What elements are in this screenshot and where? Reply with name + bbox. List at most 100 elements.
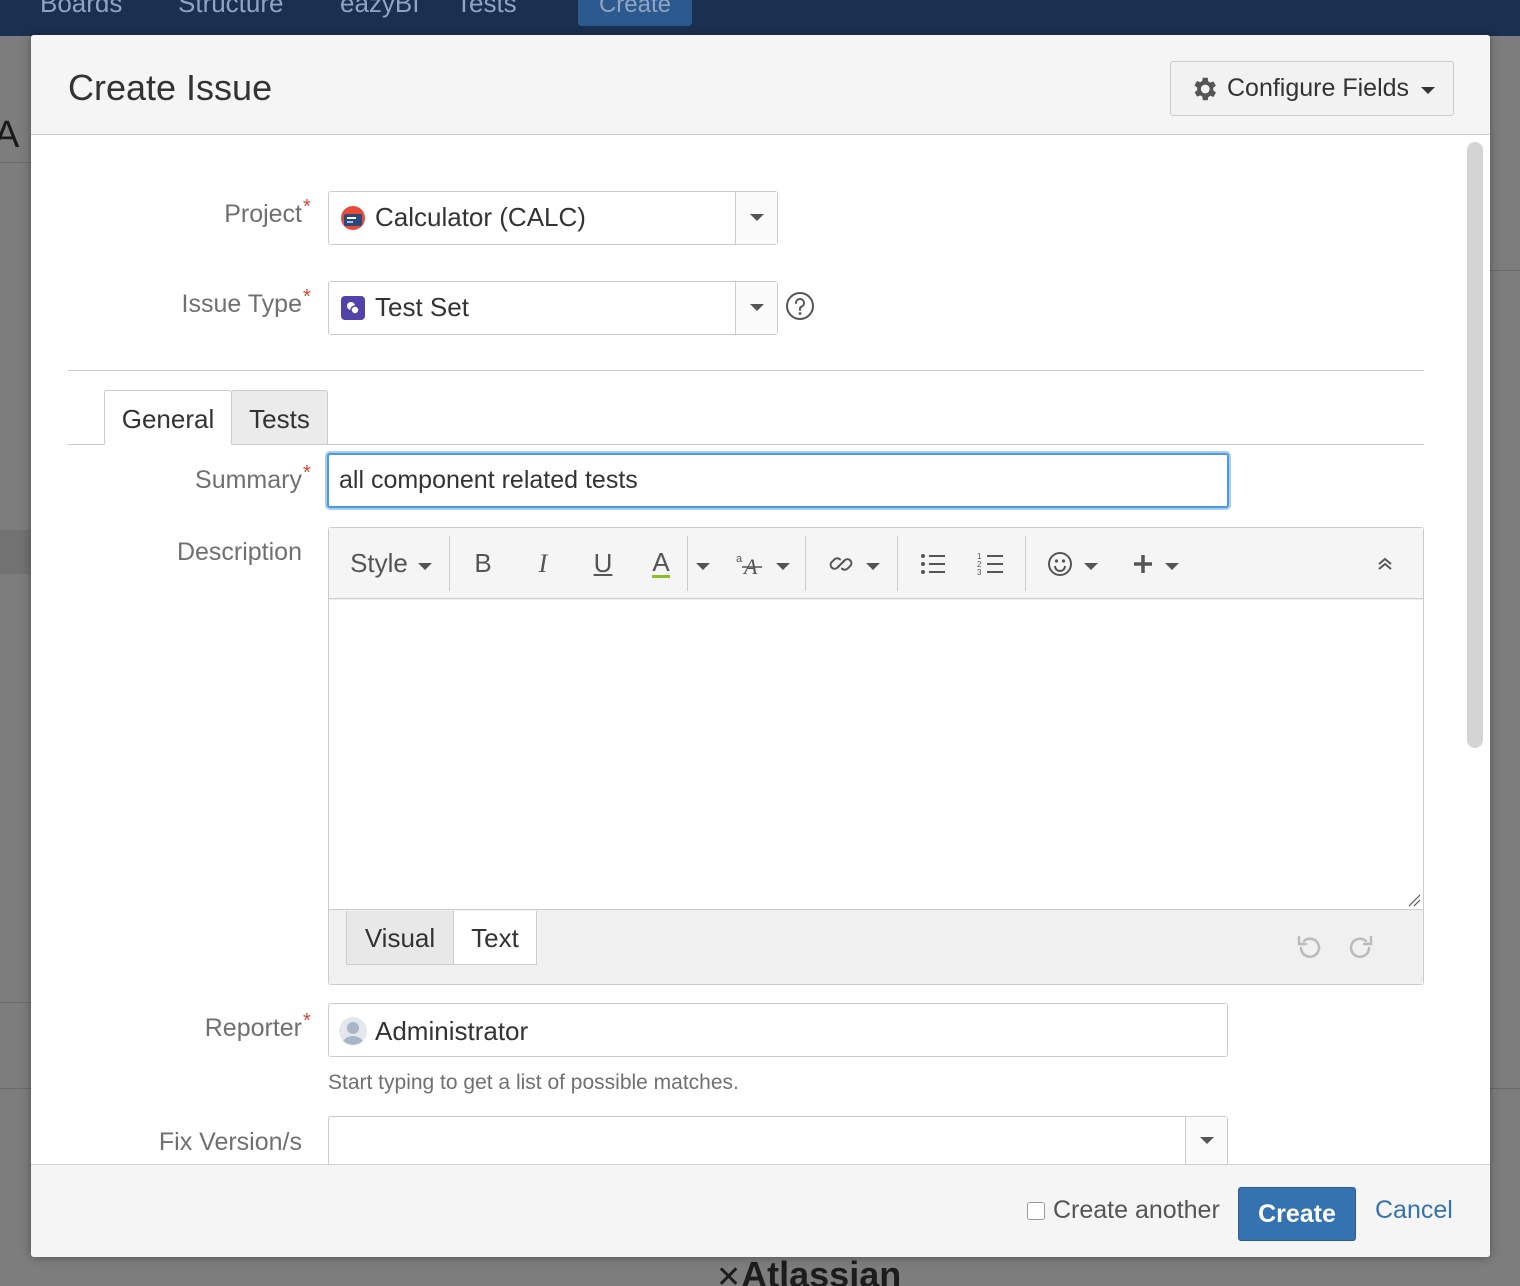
visual-mode-label: Visual	[364, 923, 436, 953]
issue-type-label: Issue Type	[181, 290, 302, 318]
issue-type-select[interactable]: Test Set	[328, 281, 778, 335]
nav-item-eazybi[interactable]: eazyBI	[340, 0, 420, 19]
section-divider	[68, 370, 1424, 371]
bg-divider	[0, 1002, 32, 1003]
italic-button[interactable]: I	[525, 528, 561, 599]
visual-mode-tab[interactable]: Visual	[346, 911, 454, 965]
fix-version-select[interactable]	[328, 1116, 1228, 1164]
insert-dropdown[interactable]	[1125, 528, 1185, 599]
tab-general[interactable]: General	[104, 390, 232, 445]
bullet-list-icon	[921, 553, 945, 574]
tab-tests-label: Tests	[249, 404, 310, 434]
issue-type-select-value: Test Set	[375, 292, 469, 322]
fix-version-label: Fix Version/s	[158, 1128, 302, 1156]
chevron-down-icon	[696, 563, 710, 570]
bg-row-highlight	[0, 530, 32, 574]
bg-divider	[0, 162, 32, 163]
chevron-down-icon	[750, 214, 764, 221]
text-mode-tab[interactable]: Text	[453, 911, 537, 965]
text-effects-dropdown[interactable]: a A	[731, 528, 793, 599]
editor-mode-bar: Visual Text	[329, 911, 1423, 984]
description-label: Description	[176, 538, 302, 566]
create-button-label: Create	[1258, 1200, 1336, 1228]
toolbar-separator	[897, 536, 898, 591]
toolbar-separator	[805, 536, 806, 591]
underline-button[interactable]: U	[585, 528, 621, 599]
fix-version-toggle[interactable]	[1185, 1117, 1227, 1164]
chevron-down-icon	[866, 563, 880, 570]
reporter-value: Administrator	[375, 1016, 529, 1046]
create-another-label[interactable]: Create another	[1053, 1196, 1220, 1225]
link-dropdown[interactable]	[821, 528, 885, 599]
resize-handle-icon[interactable]	[1407, 893, 1421, 907]
numbered-list-icon: 1 2 3	[977, 552, 1003, 577]
redo-icon[interactable]	[1347, 933, 1377, 963]
gear-icon	[1194, 77, 1216, 100]
chevron-down-icon	[776, 563, 790, 570]
text-color-button[interactable]: A	[643, 528, 679, 599]
help-icon[interactable]	[785, 291, 815, 321]
required-marker: *	[303, 286, 311, 308]
chevron-down-icon	[417, 563, 432, 570]
configure-fields-button[interactable]: Configure Fields	[1170, 61, 1454, 116]
collapse-icon	[1378, 557, 1392, 570]
text-color-dropdown[interactable]	[691, 528, 715, 599]
dialog-title: Create Issue	[68, 67, 273, 108]
editor-toolbar: Style B I U A a A 1 2 3	[329, 528, 1423, 599]
toolbar-separator	[687, 536, 688, 591]
project-avatar-icon	[341, 206, 365, 230]
nav-create-button[interactable]: Create	[578, 0, 692, 26]
create-issue-dialog: Create Issue Configure Fields Project * …	[31, 35, 1490, 1257]
svg-text:3: 3	[977, 568, 982, 577]
atlassian-logo-icon: ✕	[716, 1261, 742, 1286]
summary-label: Summary	[195, 466, 302, 494]
create-button[interactable]: Create	[1238, 1187, 1356, 1241]
undo-icon[interactable]	[1293, 933, 1323, 963]
user-avatar-icon	[339, 1017, 367, 1045]
svg-text:a: a	[736, 553, 743, 565]
numbered-list-button[interactable]: 1 2 3	[973, 528, 1009, 599]
atlassian-logo: ✕Atlassian	[716, 1254, 901, 1286]
chevron-down-icon	[1084, 563, 1098, 570]
project-select-toggle[interactable]	[735, 192, 777, 244]
project-select-value: Calculator (CALC)	[375, 202, 586, 232]
dialog-body: Project * Calculator (CALC) Issue Type *…	[31, 136, 1490, 1164]
summary-input[interactable]	[327, 453, 1229, 508]
nav-item-structure[interactable]: Structure	[178, 0, 284, 19]
required-marker: *	[303, 462, 311, 484]
bullet-list-button[interactable]	[915, 528, 951, 599]
description-editor: Style B I U A a A 1 2 3 Visual Text	[328, 527, 1424, 985]
tab-tests[interactable]: Tests	[231, 390, 328, 445]
bg-divider	[1490, 270, 1520, 271]
project-select[interactable]: Calculator (CALC)	[328, 191, 778, 245]
bold-button[interactable]: B	[465, 528, 501, 599]
project-label: Project	[224, 200, 302, 228]
text-mode-label: Text	[471, 923, 519, 953]
emoticon-icon	[1048, 551, 1072, 576]
create-another-checkbox[interactable]	[1027, 1202, 1045, 1220]
chevron-down-icon	[1421, 86, 1436, 94]
reporter-label: Reporter	[204, 1014, 302, 1042]
text-color-icon: A	[652, 547, 670, 578]
italic-icon: I	[538, 548, 548, 578]
nav-item-boards[interactable]: Boards	[40, 0, 122, 19]
issue-type-select-toggle[interactable]	[735, 282, 777, 334]
chevron-down-icon	[1200, 1137, 1214, 1144]
reporter-input[interactable]: Administrator	[328, 1003, 1228, 1057]
emoticon-dropdown[interactable]	[1041, 528, 1103, 599]
bg-divider	[0, 1088, 32, 1089]
collapse-toolbar-button[interactable]	[1367, 528, 1403, 599]
toolbar-separator	[1025, 536, 1026, 591]
dialog-scrollbar-thumb[interactable]	[1467, 142, 1483, 748]
style-dropdown[interactable]: Style	[349, 528, 433, 599]
nav-item-tests[interactable]: Tests	[456, 0, 517, 19]
cancel-link[interactable]: Cancel	[1375, 1196, 1453, 1225]
underline-icon: U	[593, 548, 613, 578]
link-icon	[829, 556, 853, 571]
bg-divider	[1490, 1088, 1520, 1089]
plus-icon	[1134, 554, 1152, 573]
tab-general-label: General	[121, 404, 215, 434]
description-textarea[interactable]	[329, 600, 1423, 910]
chevron-down-icon	[1165, 563, 1179, 570]
chevron-down-icon	[750, 304, 764, 311]
